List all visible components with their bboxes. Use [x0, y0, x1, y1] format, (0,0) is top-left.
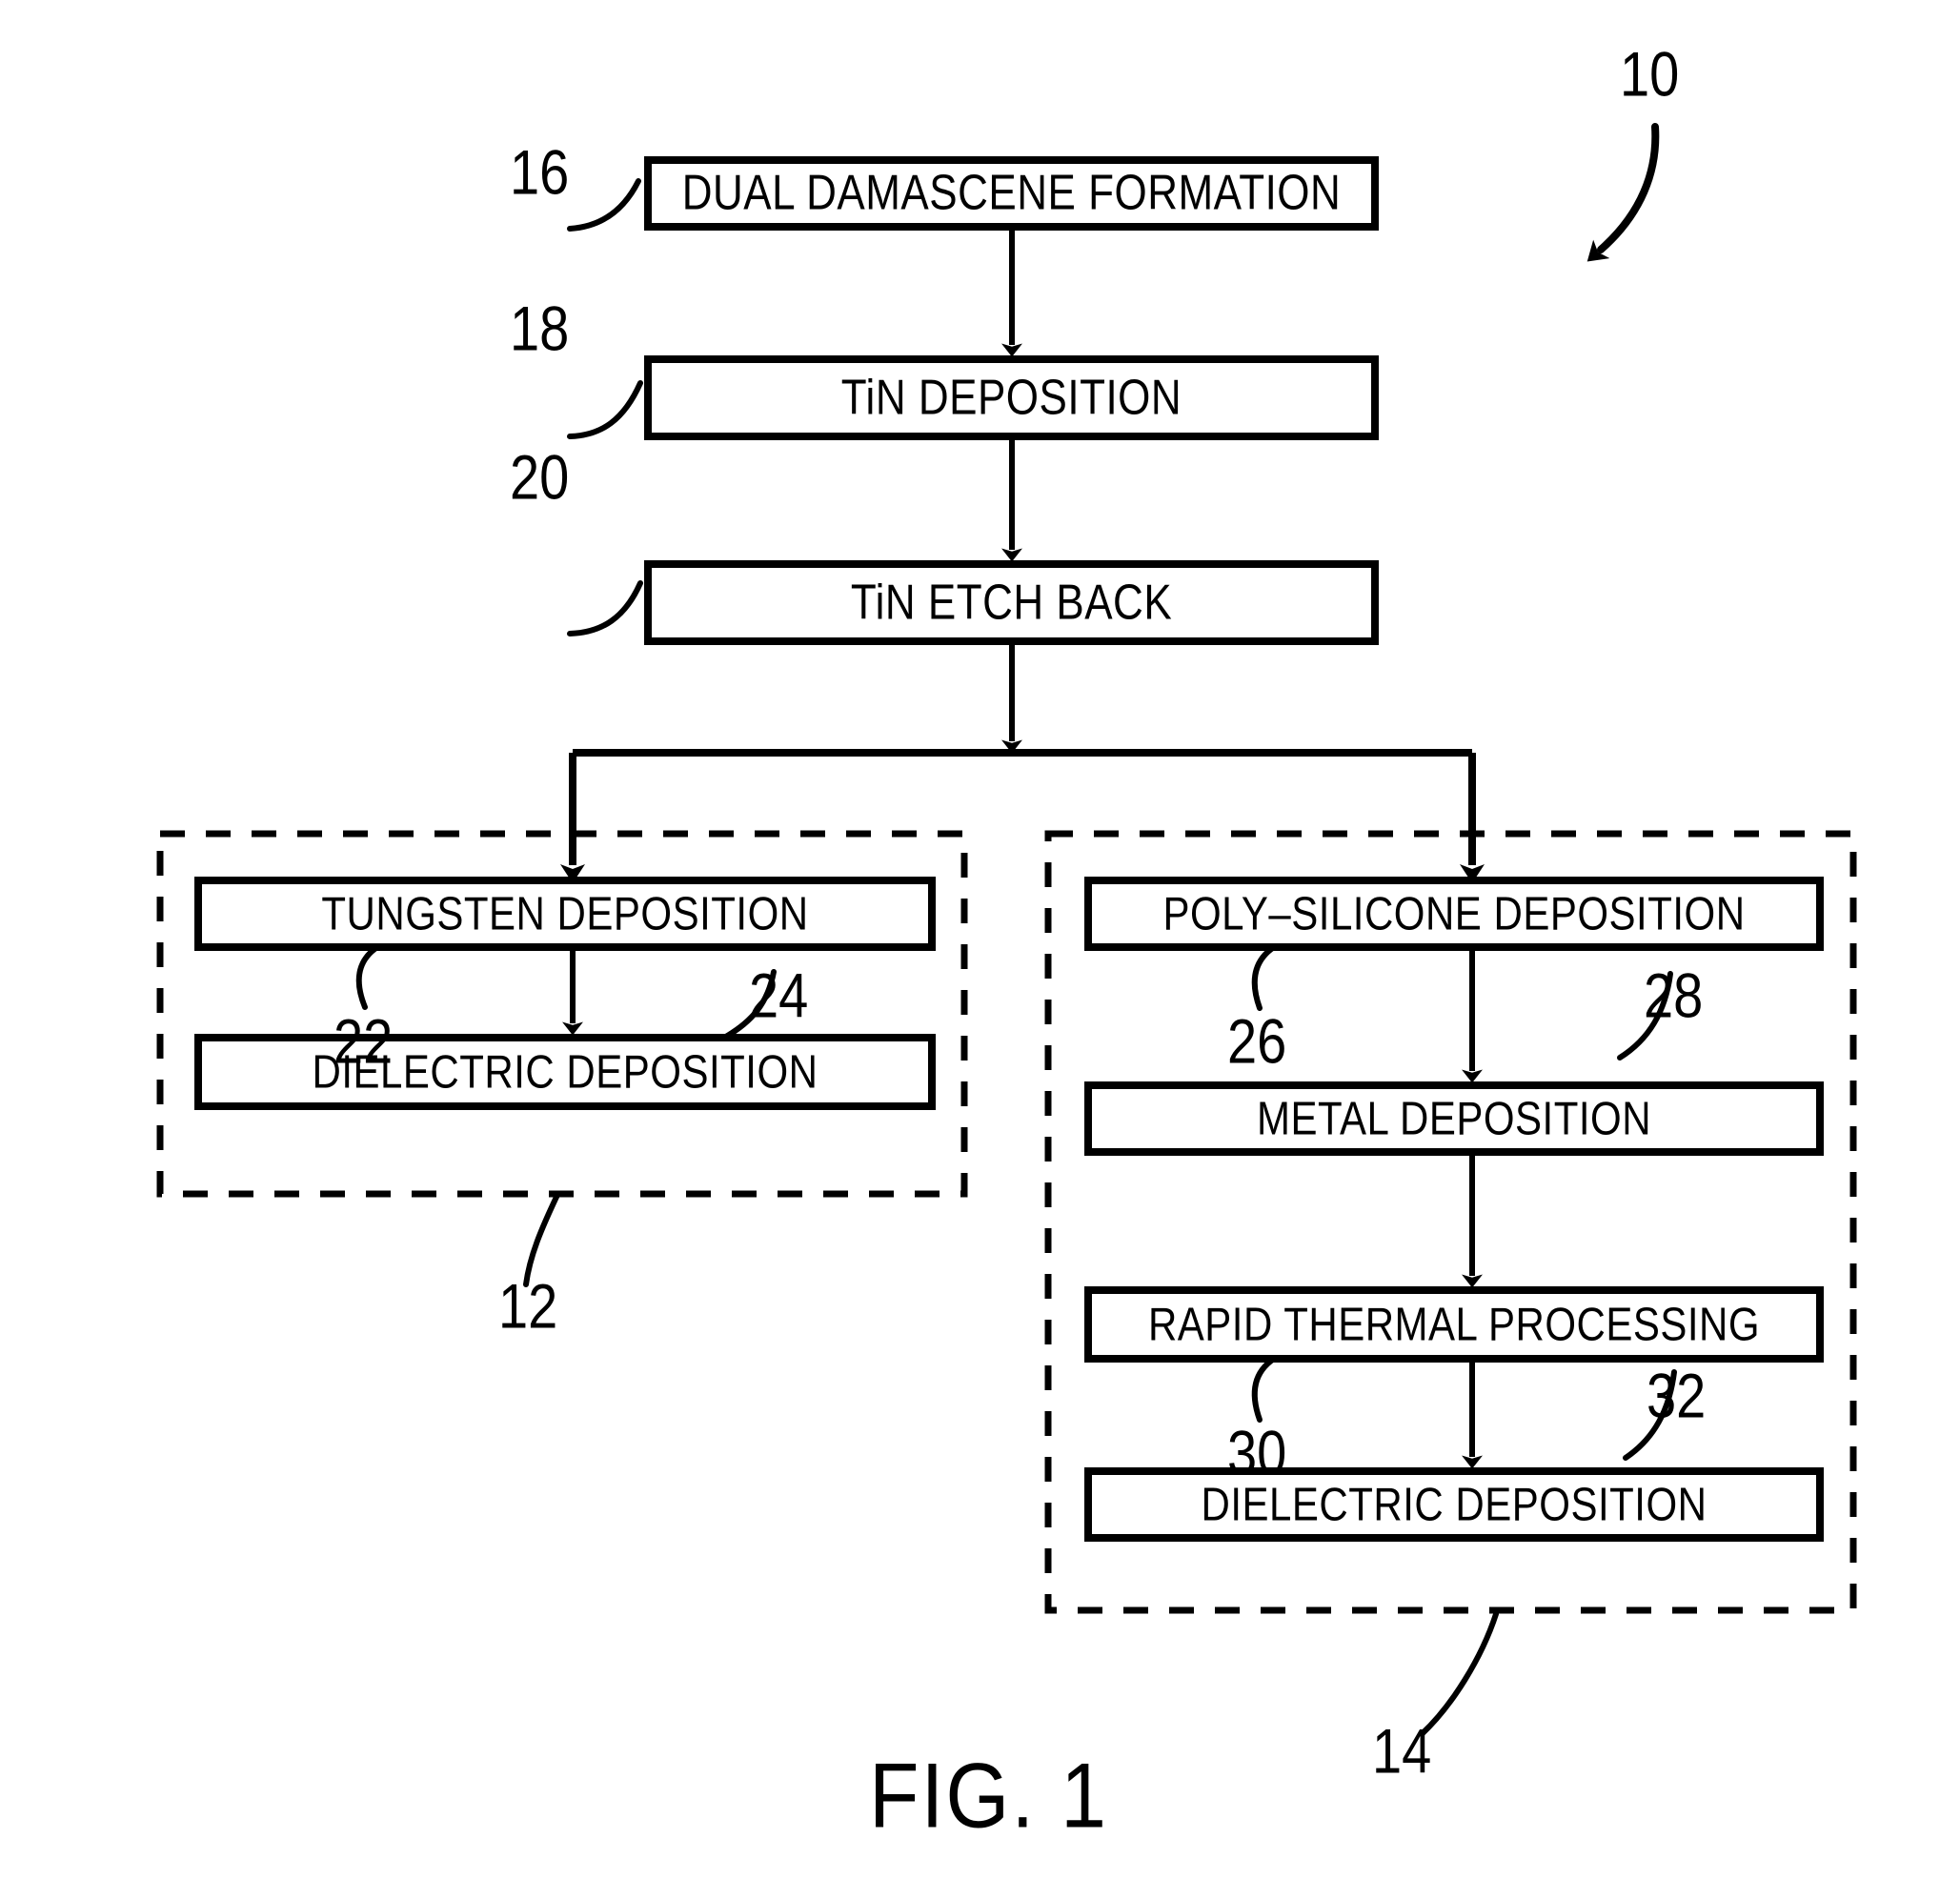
- leader-ref-14: [1419, 1611, 1499, 1737]
- label-tin-etch-back: TiN ETCH BACK: [850, 575, 1173, 630]
- leader-ref-10: [1586, 123, 1660, 262]
- leader-ref-16: [567, 178, 641, 232]
- figure-caption: FIG. 1: [869, 1745, 1108, 1848]
- ref-numeral-30: 30: [1227, 1417, 1287, 1488]
- ref-numeral-32: 32: [1647, 1360, 1707, 1431]
- label-dielectric-deposition-right: DIELECTRIC DEPOSITION: [1201, 1477, 1707, 1531]
- leader-ref-18: [567, 380, 643, 439]
- patent-figure-1: DUAL DAMASCENE FORMATION TiN DEPOSITION …: [0, 0, 1960, 1899]
- leader-ref-20: [567, 580, 643, 636]
- ref-numeral-14: 14: [1372, 1715, 1432, 1787]
- leader-ref-30: [1251, 1356, 1277, 1423]
- ref-numeral-28: 28: [1644, 960, 1704, 1031]
- label-tungsten-deposition: TUNGSTEN DEPOSITION: [321, 886, 809, 940]
- label-dielectric-deposition-left: DIELECTRIC DEPOSITION: [312, 1044, 818, 1099]
- label-metal-deposition: METAL DEPOSITION: [1256, 1091, 1652, 1145]
- ref-numeral-12: 12: [498, 1270, 558, 1342]
- ref-numeral-24: 24: [749, 960, 809, 1031]
- ref-numeral-26: 26: [1227, 1005, 1287, 1077]
- ref-numeral-18: 18: [510, 293, 570, 364]
- leader-ref-22: [355, 944, 380, 1010]
- label-rapid-thermal-processing: RAPID THERMAL PROCESSING: [1147, 1297, 1761, 1351]
- label-dual-damascene-formation: DUAL DAMASCENE FORMATION: [681, 165, 1342, 221]
- ref-numeral-16: 16: [510, 136, 570, 208]
- ref-numeral-10: 10: [1620, 38, 1680, 110]
- label-poly-silicone-deposition: POLY–SILICONE DEPOSITION: [1162, 886, 1746, 940]
- ref-numeral-20: 20: [510, 441, 570, 513]
- ref-numeral-22: 22: [333, 1005, 394, 1077]
- label-tin-deposition: TiN DEPOSITION: [840, 370, 1182, 425]
- leader-ref-26: [1251, 944, 1277, 1011]
